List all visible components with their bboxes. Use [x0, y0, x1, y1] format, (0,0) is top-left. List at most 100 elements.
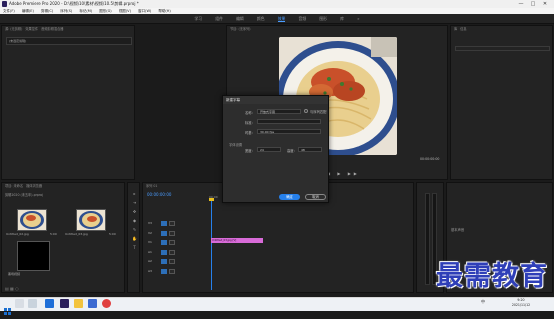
workspace-more-icon[interactable]: »	[357, 16, 359, 21]
track-target-button[interactable]	[161, 259, 167, 264]
tab-info[interactable]: 信息	[460, 27, 466, 31]
track-labels: V3 V2 V1 A1 A2 A3	[148, 219, 152, 276]
right-panel-tabs: 库 信息	[451, 26, 552, 33]
menu-edit[interactable]: 编辑(E)	[22, 9, 34, 13]
essential-sound-label: 基本声音	[451, 228, 465, 232]
tab-audio-mixer[interactable]: 音频剪辑混合器	[41, 27, 63, 31]
track-target-button[interactable]	[161, 221, 167, 226]
tab-libraries[interactable]: 库	[454, 27, 457, 31]
source-panel-tabs: 源: (无剪辑) 效果控件 音频剪辑混合器	[2, 26, 134, 33]
title-bar: Adobe Premiere Pro 2020 - D:\视频\10\素材\视频…	[0, 0, 554, 8]
project-item-thumbnail[interactable]	[17, 209, 47, 231]
watermark-logo: 最需教育	[436, 261, 548, 292]
menu-sequence[interactable]: 序列(S)	[60, 9, 72, 13]
menu-window[interactable]: 窗口(W)	[138, 9, 151, 13]
playhead[interactable]	[211, 200, 212, 290]
height-label: 高度:	[287, 149, 295, 153]
menu-graphics[interactable]: 图形(G)	[99, 9, 111, 13]
track-lock-button[interactable]	[169, 240, 175, 245]
track-lock-button[interactable]	[169, 250, 175, 255]
workspace-graphics[interactable]: 图形	[319, 16, 327, 21]
timebase-label: 时基:	[245, 131, 253, 135]
windows-start-icon[interactable]	[4, 300, 11, 315]
menu-file[interactable]: 文件(F)	[3, 9, 15, 13]
tab-project[interactable]: 项目: 未命名	[5, 184, 23, 188]
close-button[interactable]: ✕	[539, 0, 551, 8]
height-input[interactable]: 48	[298, 147, 322, 152]
workspace-audio[interactable]: 音频	[299, 16, 307, 21]
project-item-name: Untitled_03.jpg	[65, 232, 88, 236]
timebase-select[interactable]: 30.00 fps	[257, 129, 321, 134]
workspace-assembly[interactable]: 组件	[215, 16, 223, 21]
library-search-field[interactable]	[455, 46, 550, 51]
edge-browser-icon[interactable]	[45, 299, 54, 308]
maximize-button[interactable]: □	[527, 0, 539, 8]
track-target-button[interactable]	[161, 269, 167, 274]
tool-icons[interactable]: ▸ ⇥ ✥ ◆ ✎ ✋ T	[131, 189, 138, 252]
timeline-clip[interactable]: Untitled_03.jpg [V]	[211, 238, 263, 243]
width-label: 宽度:	[245, 149, 253, 153]
tab-effect-controls[interactable]: 效果控件	[25, 27, 38, 31]
tab-source[interactable]: 源: (无剪辑)	[5, 27, 22, 31]
track-v2: V2	[148, 230, 152, 235]
track-target-button[interactable]	[161, 250, 167, 255]
track-lock-button[interactable]	[169, 259, 175, 264]
match-sequence-checkbox[interactable]	[304, 109, 308, 113]
track-v1: V1	[148, 240, 152, 244]
project-toolbar-icons[interactable]: ▤ ▦ ○	[5, 286, 19, 291]
chrome-icon[interactable]	[102, 299, 111, 308]
width-input[interactable]: 24	[257, 147, 281, 152]
food-thumbnail-icon	[18, 210, 46, 230]
workspace-effects[interactable]: 效果	[277, 16, 286, 22]
tray-clock[interactable]: 9:20 2021/11/12	[500, 298, 542, 307]
menu-help[interactable]: 帮助(H)	[158, 9, 170, 13]
standard-label: 标准:	[245, 121, 253, 125]
menu-view[interactable]: 视图(V)	[119, 9, 131, 13]
source-clip-field: (未选定剪辑)	[6, 37, 132, 45]
black-video-thumbnail[interactable]	[17, 241, 50, 271]
track-lock-button[interactable]	[169, 231, 175, 236]
food-thumbnail-icon	[77, 210, 105, 230]
track-v3: V3	[148, 221, 152, 225]
app-icon[interactable]	[88, 299, 97, 308]
minimize-button[interactable]: —	[515, 0, 527, 8]
workspace-learn[interactable]: 学习	[194, 16, 202, 21]
project-item-duration: 5:00	[50, 232, 57, 236]
tray-date: 2021/11/12	[511, 302, 531, 307]
standard-select[interactable]	[257, 119, 321, 124]
track-a1: A1	[148, 249, 152, 254]
workspace-editing[interactable]: 编辑	[236, 16, 244, 21]
track-lock-button[interactable]	[169, 269, 175, 274]
work-area-marker[interactable]	[209, 198, 214, 201]
track-target-button[interactable]	[161, 240, 167, 245]
workspace-color[interactable]: 颜色	[257, 16, 265, 21]
playback-controls[interactable]: ◀ ▶ ▶▶	[327, 171, 360, 176]
project-item-name: Untitled_02.jpg	[6, 232, 29, 236]
task-view-icon[interactable]	[28, 299, 37, 308]
file-explorer-icon[interactable]	[74, 299, 83, 308]
track-target-button[interactable]	[161, 231, 167, 236]
cancel-button[interactable]: 取消	[305, 194, 326, 200]
match-sequence-label: 与序列匹配	[310, 110, 327, 114]
tab-media-browser[interactable]: 媒体浏览器	[26, 184, 42, 188]
window-title: Adobe Premiere Pro 2020 - D:\视频\10\素材\视频…	[9, 1, 139, 6]
track-lock-button[interactable]	[169, 221, 175, 226]
search-icon[interactable]	[15, 299, 24, 308]
input-method-indicator[interactable]: 中	[478, 299, 488, 305]
menu-marker[interactable]: 标记(M)	[79, 9, 92, 13]
track-a3: A3	[148, 268, 152, 273]
ok-button[interactable]: 确定	[279, 194, 300, 200]
dialog-title: 新建字幕	[223, 96, 328, 104]
premiere-taskbar-icon[interactable]	[60, 299, 69, 308]
workspace-libraries[interactable]: 库	[340, 16, 344, 21]
name-label: 名称:	[245, 111, 253, 115]
project-item-name: 黑场视频	[8, 272, 21, 276]
program-timecode-right: 00:00:00:00	[420, 157, 440, 161]
right-panel: 库 信息	[450, 25, 553, 180]
menu-clip[interactable]: 剪辑(C)	[41, 9, 53, 13]
program-monitor-tab[interactable]: 节目: (无序列)	[227, 26, 447, 33]
project-item-thumbnail[interactable]	[76, 209, 106, 231]
name-input[interactable]: 开放式字幕	[257, 109, 301, 114]
workspace-bar: 学习 组件 编辑 颜色 效果 音频 图形 库 »	[0, 14, 554, 24]
audio-meter-left	[425, 193, 430, 285]
